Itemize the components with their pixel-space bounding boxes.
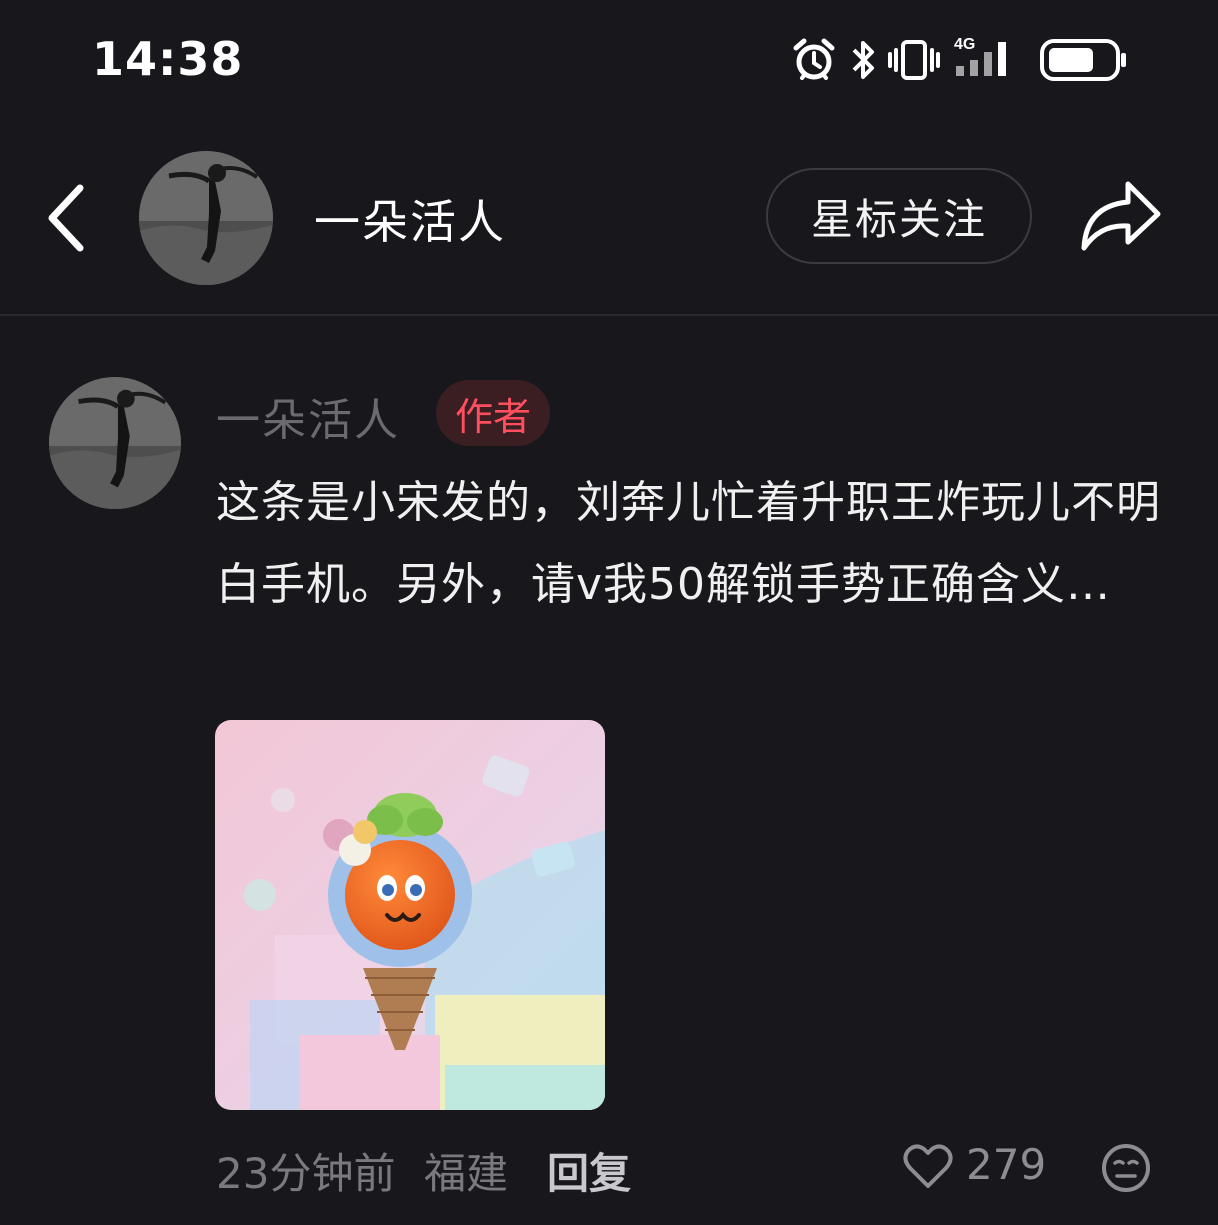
alarm-icon <box>793 38 835 80</box>
battery-icon <box>1040 39 1126 81</box>
comment-body: 这条是小宋发的，刘奔儿忙着升职王炸玩儿不明白手机。另外，请v我50解锁手势正确含… <box>216 477 1161 610</box>
comment-detail-screen: 14:38 4G 一朵活人 星标关注 一朵活人 作者 这条是小宋发的，刘奔儿忙着… <box>0 0 1218 1225</box>
comment-author-name[interactable]: 一朵活人 <box>216 384 400 448</box>
heart-icon[interactable] <box>902 1142 954 1190</box>
signal-icon: 4G <box>954 36 1024 80</box>
reply-button[interactable]: 回复 <box>547 1140 631 1201</box>
header-title: 一朵活人 <box>314 195 506 249</box>
author-badge: 作者 <box>436 380 550 446</box>
header-divider <box>0 314 1218 316</box>
comment-time: 23分钟前 <box>216 1149 396 1198</box>
vibrate-icon <box>888 40 940 80</box>
comment-image[interactable] <box>215 720 605 1110</box>
star-follow-button[interactable]: 星标关注 <box>766 168 1032 264</box>
header-avatar[interactable] <box>139 151 273 285</box>
status-icons: 4G <box>790 34 1130 86</box>
like-count: 279 <box>966 1140 1047 1189</box>
status-time: 14:38 <box>92 32 244 86</box>
back-icon[interactable] <box>40 180 96 256</box>
emoji-icon[interactable] <box>1100 1142 1152 1194</box>
comment-location: 福建 <box>424 1149 509 1198</box>
bluetooth-icon <box>852 41 874 79</box>
top-nav-bar: 一朵活人 星标关注 <box>0 118 1218 314</box>
share-icon[interactable] <box>1078 178 1164 254</box>
comment-author-avatar[interactable] <box>49 377 181 509</box>
